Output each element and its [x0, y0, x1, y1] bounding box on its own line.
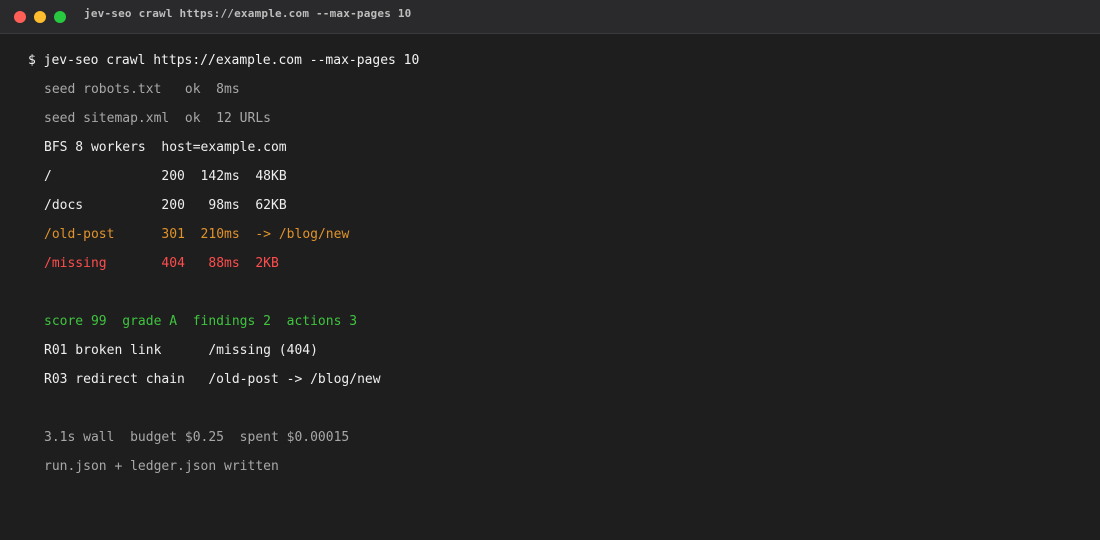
crawl-row-redirect: /old-post 301 210ms -> /blog/new — [28, 224, 1078, 253]
zoom-button[interactable] — [54, 11, 66, 23]
crawl-timing: 142ms — [184, 169, 240, 184]
crawl-timing: 98ms — [184, 198, 240, 213]
crawl-detail: -> /blog/new — [239, 227, 350, 242]
close-button[interactable] — [14, 11, 26, 23]
title-bar: jev-seo crawl https://example.com --max-… — [0, 0, 1100, 34]
minimize-button[interactable] — [34, 11, 46, 23]
crawl-padding — [114, 227, 161, 242]
crawl-path: / — [44, 169, 52, 184]
terminal-output[interactable]: $ jev-seo crawl https://example.com --ma… — [28, 50, 1078, 485]
crawl-padding — [83, 198, 161, 213]
crawl-status: 200 — [161, 198, 185, 213]
crawl-detail: 48KB — [239, 169, 287, 184]
crawl-status: 200 — [161, 169, 185, 184]
crawl-path: /old-post — [44, 227, 115, 242]
window-title: jev-seo crawl https://example.com --max-… — [84, 7, 412, 20]
crawl-timing: 210ms — [184, 227, 240, 242]
terminal-window: jev-seo crawl https://example.com --max-… — [0, 0, 1100, 540]
finding-line: R01 broken link /missing (404) — [44, 343, 318, 358]
crawl-path: /missing — [44, 256, 107, 271]
seed-robots-line: seed robots.txt ok 8ms — [44, 82, 240, 97]
score-summary-line: score 99 grade A findings 2 actions 3 — [44, 314, 358, 329]
crawl-path: /docs — [44, 198, 84, 213]
crawl-padding — [52, 169, 162, 184]
crawl-row: / 200 142ms 48KB — [28, 166, 1078, 195]
crawl-detail: 62KB — [239, 198, 287, 213]
crawl-status: 404 — [161, 256, 185, 271]
command-line: $ jev-seo crawl https://example.com --ma… — [28, 53, 420, 68]
bfs-line: BFS 8 workers host=example.com — [44, 140, 287, 155]
crawl-timing: 88ms — [184, 256, 240, 271]
crawl-status: 301 — [161, 227, 185, 242]
finding-line: R03 redirect chain /old-post -> /blog/ne… — [44, 372, 381, 387]
seed-sitemap-line: seed sitemap.xml ok 12 URLs — [44, 111, 271, 126]
written-line: run.json + ledger.json written — [44, 459, 279, 474]
crawl-detail: 2KB — [239, 256, 279, 271]
crawl-row-error: /missing 404 88ms 2KB — [28, 253, 1078, 282]
budget-line: 3.1s wall budget $0.25 spent $0.00015 — [44, 430, 350, 445]
crawl-row: /docs 200 98ms 62KB — [28, 195, 1078, 224]
crawl-padding — [107, 256, 162, 271]
